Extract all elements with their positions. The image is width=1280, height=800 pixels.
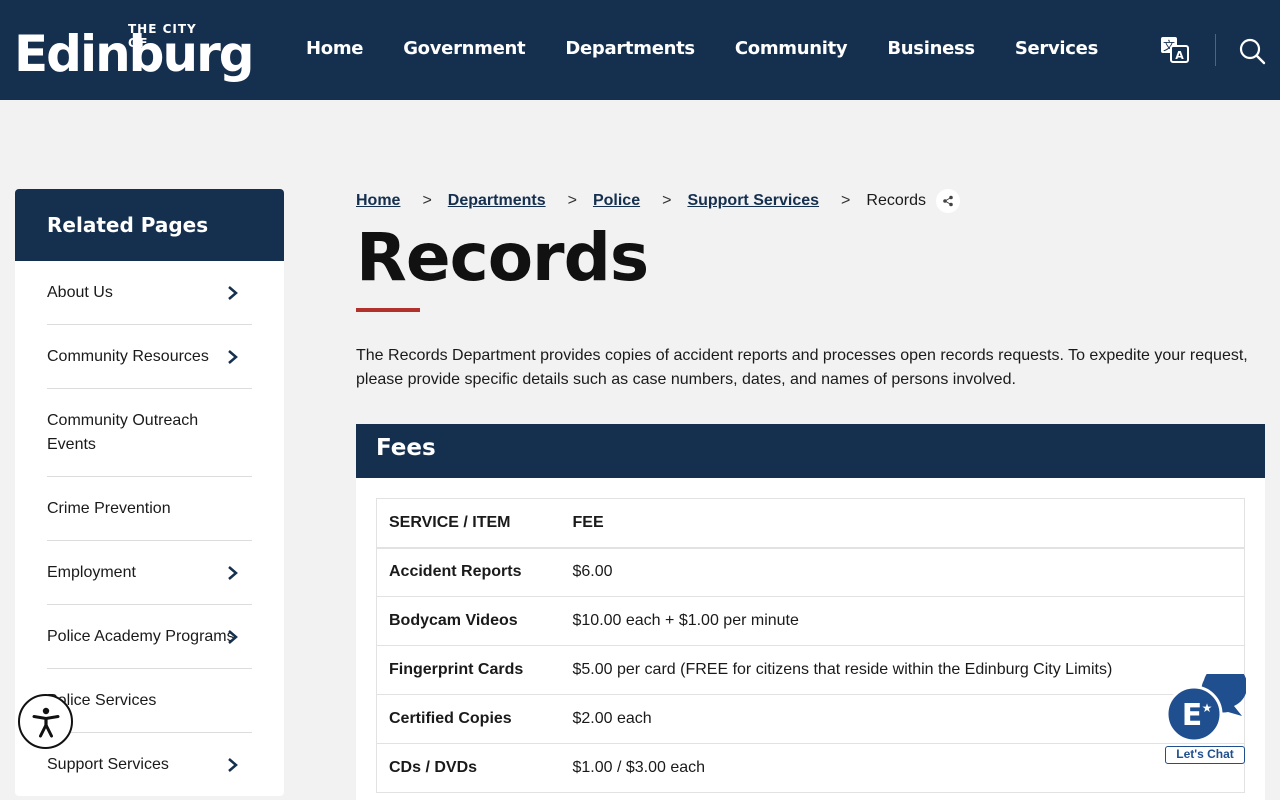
- search-icon[interactable]: [1238, 37, 1266, 65]
- sidebar-item-label: Crime Prevention: [47, 500, 171, 517]
- sidebar-item-employment[interactable]: Employment: [47, 541, 252, 605]
- sidebar-item-crime-prevention[interactable]: Crime Prevention: [47, 477, 252, 541]
- service-cell: Certified Copies: [376, 694, 561, 744]
- fee-cell: $6.00: [560, 547, 1245, 597]
- nav-services[interactable]: Services: [1015, 38, 1098, 59]
- table-row: Fingerprint Cards $5.00 per card (FREE f…: [376, 645, 1245, 695]
- svg-text:E: E: [1182, 698, 1203, 733]
- fee-cell: $2.00 each: [560, 694, 1245, 744]
- breadcrumb-support-services[interactable]: Support Services: [687, 192, 819, 210]
- chat-label[interactable]: Let's Chat: [1165, 746, 1245, 764]
- chevron-right-icon: [228, 286, 238, 300]
- breadcrumb-separator: >: [567, 192, 577, 209]
- sidebar-title: Related Pages: [15, 189, 284, 261]
- fee-cell: $10.00 each + $1.00 per minute: [560, 596, 1245, 646]
- table-row: Accident Reports $6.00: [376, 547, 1245, 597]
- breadcrumb-current: Records: [866, 192, 926, 209]
- service-cell: Bodycam Videos: [376, 596, 561, 646]
- page-title: Records: [356, 219, 649, 296]
- svg-text:★: ★: [1202, 701, 1213, 715]
- sidebar-item-label: Community Outreach Events: [47, 412, 199, 453]
- sidebar-item-label: Support Services: [47, 756, 169, 773]
- fee-cell: $1.00 / $3.00 each: [560, 743, 1245, 793]
- sidebar-item-support-services[interactable]: Support Services: [47, 733, 252, 796]
- breadcrumb-police[interactable]: Police: [593, 192, 640, 210]
- service-cell: Accident Reports: [376, 547, 561, 597]
- chevron-right-icon: [228, 566, 238, 580]
- svg-text:A: A: [1175, 49, 1184, 62]
- breadcrumb: Home > Departments > Police > Support Se…: [356, 189, 960, 213]
- fees-heading: Fees: [356, 424, 1265, 478]
- main-nav: Home Government Departments Community Bu…: [306, 38, 1138, 59]
- table-row: Bodycam Videos $10.00 each + $1.00 per m…: [376, 596, 1245, 646]
- translate-icon[interactable]: 文 A: [1160, 36, 1190, 64]
- title-underline: [356, 308, 420, 312]
- sidebar-item-label: Community Resources: [47, 348, 209, 365]
- breadcrumb-home[interactable]: Home: [356, 192, 400, 210]
- sidebar-item-community-resources[interactable]: Community Resources: [47, 325, 252, 389]
- nav-home[interactable]: Home: [306, 38, 364, 59]
- column-header-service: SERVICE / ITEM: [376, 498, 561, 549]
- service-cell: Fingerprint Cards: [376, 645, 561, 695]
- chevron-right-icon: [228, 758, 238, 772]
- nav-government[interactable]: Government: [403, 38, 525, 59]
- sidebar-item-label: Police Academy Programs: [47, 628, 235, 645]
- site-header: THE CITY OF Edinburg Home Government Dep…: [0, 0, 1280, 100]
- sidebar-item-label: About Us: [47, 284, 113, 301]
- chevron-right-icon: [228, 630, 238, 644]
- fees-table: SERVICE / ITEM FEE Accident Reports $6.0…: [376, 498, 1245, 793]
- sidebar-item-label: Employment: [47, 564, 136, 581]
- intro-paragraph: The Records Department provides copies o…: [356, 347, 1248, 388]
- fee-cell: $5.00 per card (FREE for citizens that r…: [560, 645, 1245, 695]
- accessibility-icon[interactable]: [18, 694, 73, 749]
- sidebar-item-community-outreach-events[interactable]: Community Outreach Events: [47, 389, 252, 477]
- chevron-right-icon: [228, 350, 238, 364]
- nav-departments[interactable]: Departments: [565, 38, 695, 59]
- fees-panel: SERVICE / ITEM FEE Accident Reports $6.0…: [356, 478, 1265, 800]
- service-cell: CDs / DVDs: [376, 743, 561, 793]
- header-divider: [1215, 34, 1216, 66]
- sidebar-item-about-us[interactable]: About Us: [47, 261, 252, 325]
- table-row: Certified Copies $2.00 each: [376, 694, 1245, 744]
- breadcrumb-separator: >: [841, 192, 851, 209]
- column-header-fee: FEE: [560, 498, 1245, 549]
- share-icon[interactable]: [935, 189, 960, 213]
- city-logo[interactable]: THE CITY OF Edinburg: [14, 20, 255, 82]
- breadcrumb-separator: >: [422, 192, 432, 209]
- table-header-row: SERVICE / ITEM FEE: [376, 498, 1245, 549]
- nav-business[interactable]: Business: [887, 38, 975, 59]
- sidebar-item-police-academy-programs[interactable]: Police Academy Programs: [47, 605, 252, 669]
- breadcrumb-departments[interactable]: Departments: [448, 192, 546, 210]
- breadcrumb-separator: >: [662, 192, 672, 209]
- table-row: CDs / DVDs $1.00 / $3.00 each: [376, 743, 1245, 793]
- nav-community[interactable]: Community: [735, 38, 848, 59]
- sidebar-item-police-services[interactable]: Police Services: [47, 669, 252, 733]
- logo-wordmark: Edinburg: [14, 25, 255, 83]
